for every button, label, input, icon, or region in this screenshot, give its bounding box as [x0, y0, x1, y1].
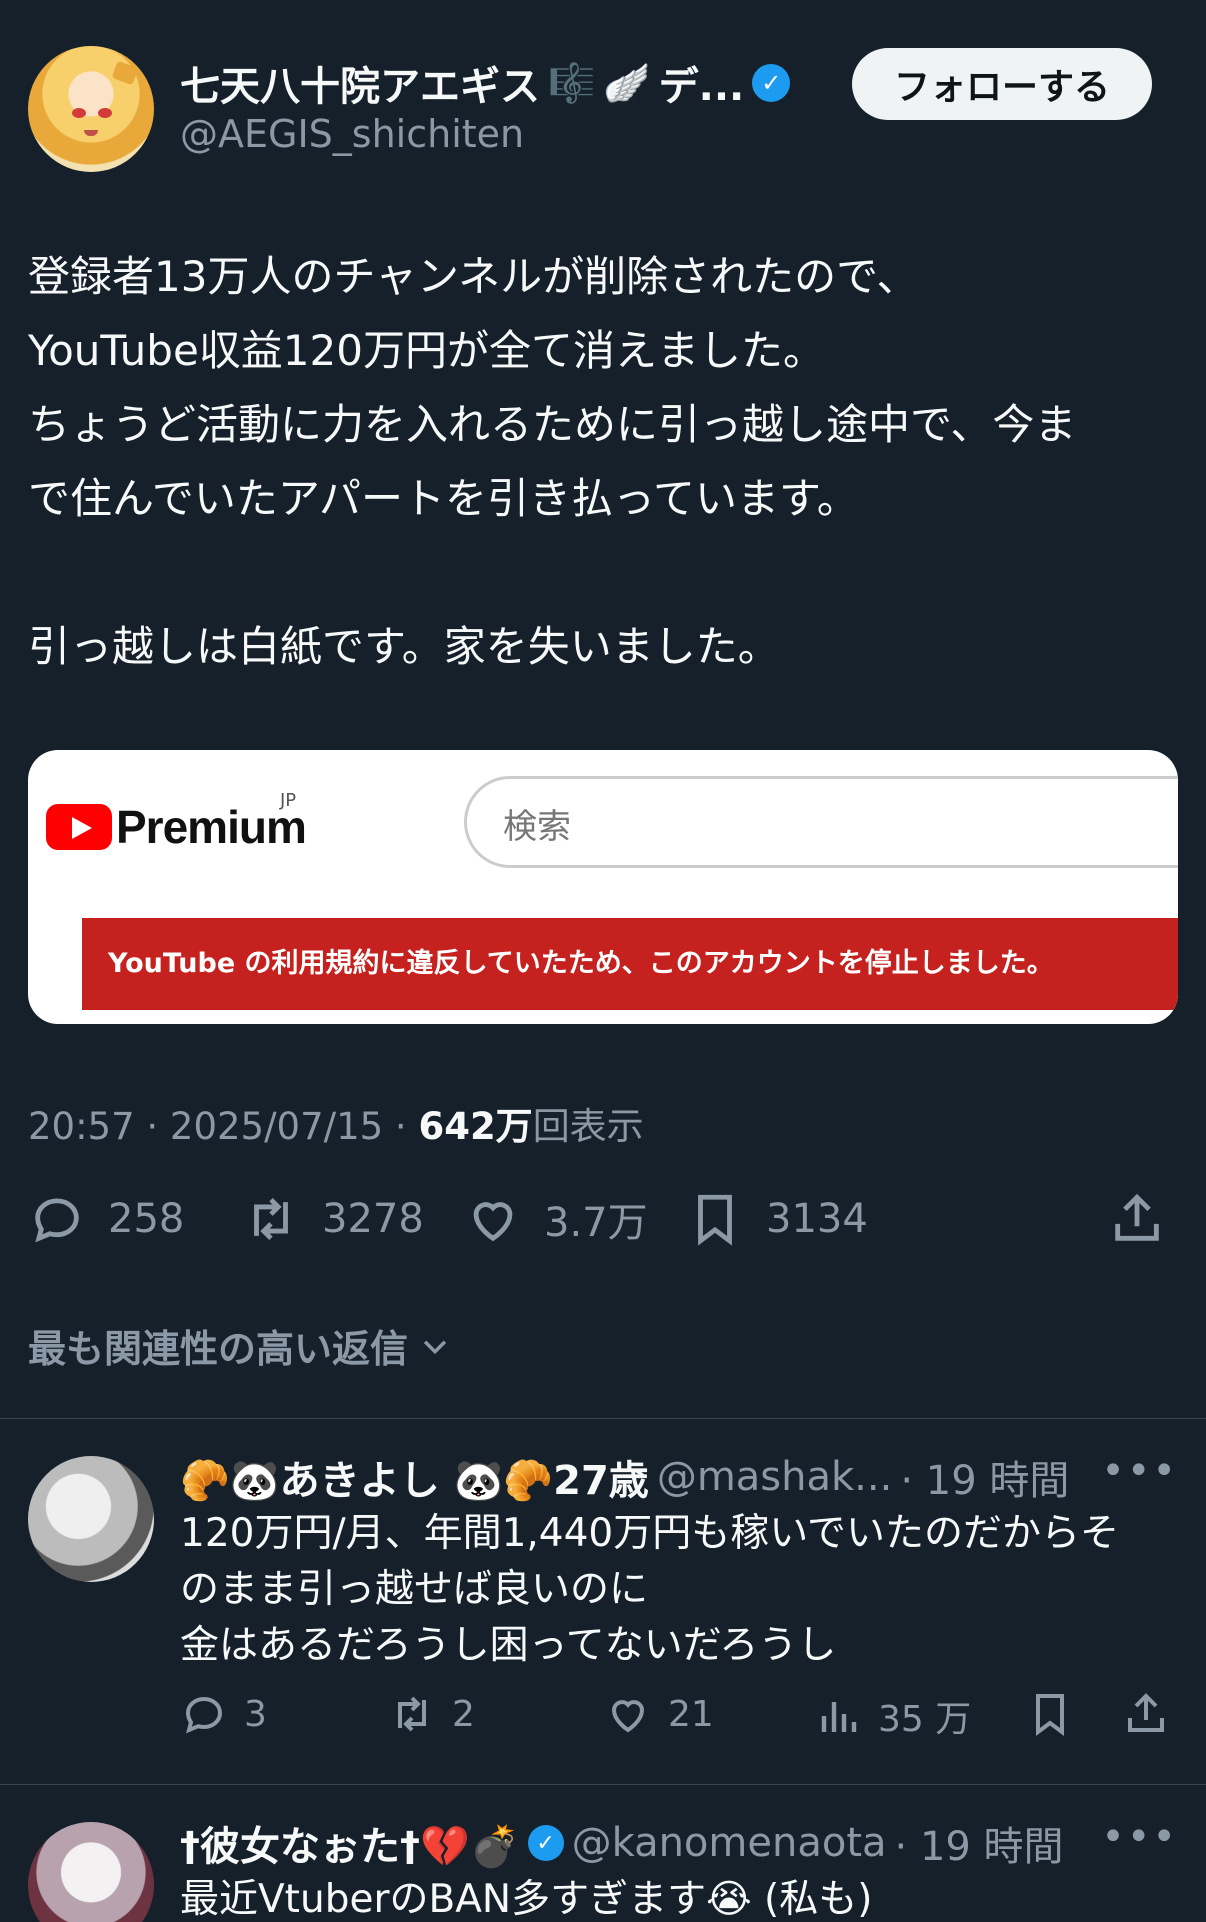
- views-button[interactable]: 35 万: [814, 1690, 971, 1742]
- repost-button[interactable]: 3278: [242, 1190, 424, 1248]
- view-count: 35 万: [878, 1699, 972, 1740]
- bookmark-icon: [698, 1194, 732, 1246]
- heart-icon: [611, 1700, 645, 1733]
- bookmark-button[interactable]: 3134: [686, 1190, 868, 1248]
- reply-text-line: 120万円/月、年間1,440万円も稼いでいたのだからそ: [180, 1511, 1120, 1556]
- share-icon: [1128, 1693, 1164, 1732]
- reply-header: 🥐🐼あきよし 🐼🥐27歳 @mashak... · 19 時間: [180, 1448, 1069, 1506]
- reply-sort-dropdown[interactable]: 最も関連性の高い返信: [28, 1318, 452, 1373]
- tweet-text-line: 登録者13万人のチャンネルが削除されたので、: [28, 252, 919, 301]
- avatar[interactable]: [28, 1822, 154, 1922]
- reply-header: †彼女なぉた†💔💣 ✓ @kanomenaota · 19 時間: [180, 1814, 1064, 1872]
- share-button[interactable]: [1122, 1690, 1170, 1738]
- repost-count: 2: [452, 1693, 475, 1735]
- reply-time[interactable]: · 19 時間: [895, 1814, 1064, 1872]
- wing-emoji: 🪽: [603, 61, 651, 105]
- author-name-row[interactable]: 七天八十院アエギス 🎼 🪽 デ... ✓: [180, 54, 791, 112]
- bookmark-button[interactable]: [1026, 1690, 1074, 1738]
- avatar[interactable]: [28, 46, 154, 172]
- avatar[interactable]: [28, 1456, 154, 1582]
- like-count: 3.7万: [544, 1200, 648, 1246]
- tweet-detail-page: 七天八十院アエギス 🎼 🪽 デ... ✓ @AEGIS_shichiten フォ…: [0, 0, 1206, 1922]
- more-options-icon[interactable]: •••: [1101, 1814, 1178, 1860]
- reply-text-line: 最近VtuberのBAN多すぎます😭 (私も): [180, 1877, 873, 1922]
- region-label: JP: [280, 790, 297, 811]
- tweet-timestamp[interactable]: 20:57 · 2025/07/15 ·: [28, 1105, 418, 1148]
- verified-badge-icon: ✓: [752, 64, 791, 102]
- music-score-emoji: 🎼: [548, 61, 596, 105]
- like-count: 21: [668, 1693, 714, 1735]
- tweet-text: 登録者13万人のチャンネルが削除されたので、 YouTube収益120万円が全て…: [28, 240, 1188, 684]
- reply-icon: [185, 1696, 223, 1734]
- tweet-header: 七天八十院アエギス 🎼 🪽 デ... ✓ @AEGIS_shichiten フォ…: [28, 46, 1152, 176]
- share-button[interactable]: [1108, 1190, 1166, 1248]
- tweet-text-line: YouTube収益120万円が全て消えました。: [28, 326, 825, 375]
- reply-button[interactable]: 3: [180, 1690, 267, 1738]
- reply-text-line: のまま引っ越せば良いのに: [180, 1567, 649, 1612]
- account-terminated-banner: YouTube の利用規約に違反していたため、このアカウントを停止しました。: [82, 918, 1178, 1010]
- repost-icon: [398, 1696, 426, 1732]
- reply-item[interactable]: 🥐🐼あきよし 🐼🥐27歳 @mashak... · 19 時間 ••• 120万…: [0, 1418, 1206, 1784]
- premium-logo-text: Premium: [116, 801, 307, 853]
- reply-author-handle[interactable]: @mashak...: [657, 1454, 893, 1500]
- reply-author-handle[interactable]: @kanomenaota: [572, 1820, 887, 1866]
- reply-count: 258: [108, 1196, 185, 1242]
- attached-image[interactable]: Premium JP 検索 YouTube の利用規約に違反していたため、このア…: [28, 750, 1178, 1024]
- search-placeholder: 検索: [503, 807, 571, 847]
- hair-bow-shape: [111, 60, 139, 86]
- reply-text-line: 金はあるだろうし困ってないだろうし: [180, 1623, 837, 1668]
- youtube-premium-logo: Premium: [46, 800, 307, 854]
- repost-icon: [254, 1197, 288, 1241]
- reply-count: 3: [244, 1693, 267, 1735]
- follow-button[interactable]: フォローする: [852, 48, 1152, 120]
- bookmark-icon: [1036, 1694, 1064, 1736]
- verified-badge-icon: ✓: [527, 1825, 564, 1861]
- reply-item[interactable]: †彼女なぉた†💔💣 ✓ @kanomenaota · 19 時間 ••• 最近V…: [0, 1784, 1206, 1922]
- display-name-suffix: デ...: [658, 64, 745, 110]
- repost-button[interactable]: 2: [388, 1690, 475, 1738]
- reply-action-bar: 3 2 21 35 万: [180, 1690, 1170, 1750]
- reply-author-name[interactable]: †彼女なぉた†💔💣: [180, 1814, 520, 1872]
- chevron-down-icon: [423, 1340, 447, 1354]
- display-name: 七天八十院アエギス: [180, 64, 540, 110]
- like-button[interactable]: 21: [604, 1690, 714, 1738]
- author-handle[interactable]: @AEGIS_shichiten: [180, 112, 524, 156]
- reply-author-name[interactable]: 🥐🐼あきよし 🐼🥐27歳: [180, 1448, 649, 1506]
- tweet-text-line: ちょうど活動に力を入れるために引っ越し途中で、今ま: [28, 400, 1077, 449]
- youtube-play-icon: [46, 804, 112, 850]
- view-count: 642万: [418, 1105, 533, 1148]
- tweet-text-line: 引っ越しは白紙です。家を失いました。: [28, 622, 780, 671]
- reply-button[interactable]: 258: [28, 1190, 184, 1248]
- analytics-icon: [821, 1702, 857, 1732]
- reply-sort-label: 最も関連性の高い返信: [28, 1327, 409, 1371]
- tweet-timestamp-views: 20:57 · 2025/07/15 · 642万回表示: [28, 1096, 644, 1150]
- view-count-label: 回表示: [532, 1105, 644, 1148]
- like-button[interactable]: 3.7万: [464, 1190, 648, 1248]
- reply-text: 120万円/月、年間1,440万円も稼いでいたのだからそ のまま引っ越せば良いの…: [180, 1506, 1119, 1674]
- tweet-text-line: で住んでいたアパートを引き払っています。: [28, 474, 859, 523]
- heart-icon: [473, 1202, 513, 1242]
- more-options-icon[interactable]: •••: [1101, 1448, 1178, 1494]
- tweet-action-bar: 258 3278 3.7万 3134: [28, 1190, 1178, 1260]
- repost-count: 3278: [322, 1196, 424, 1242]
- bookmark-count: 3134: [766, 1196, 868, 1242]
- reply-text: 最近VtuberのBAN多すぎます😭 (私も): [180, 1872, 872, 1922]
- share-icon: [1115, 1193, 1159, 1241]
- reply-icon: [35, 1198, 79, 1243]
- search-input: 検索: [464, 776, 1178, 868]
- reply-time[interactable]: · 19 時間: [900, 1448, 1069, 1506]
